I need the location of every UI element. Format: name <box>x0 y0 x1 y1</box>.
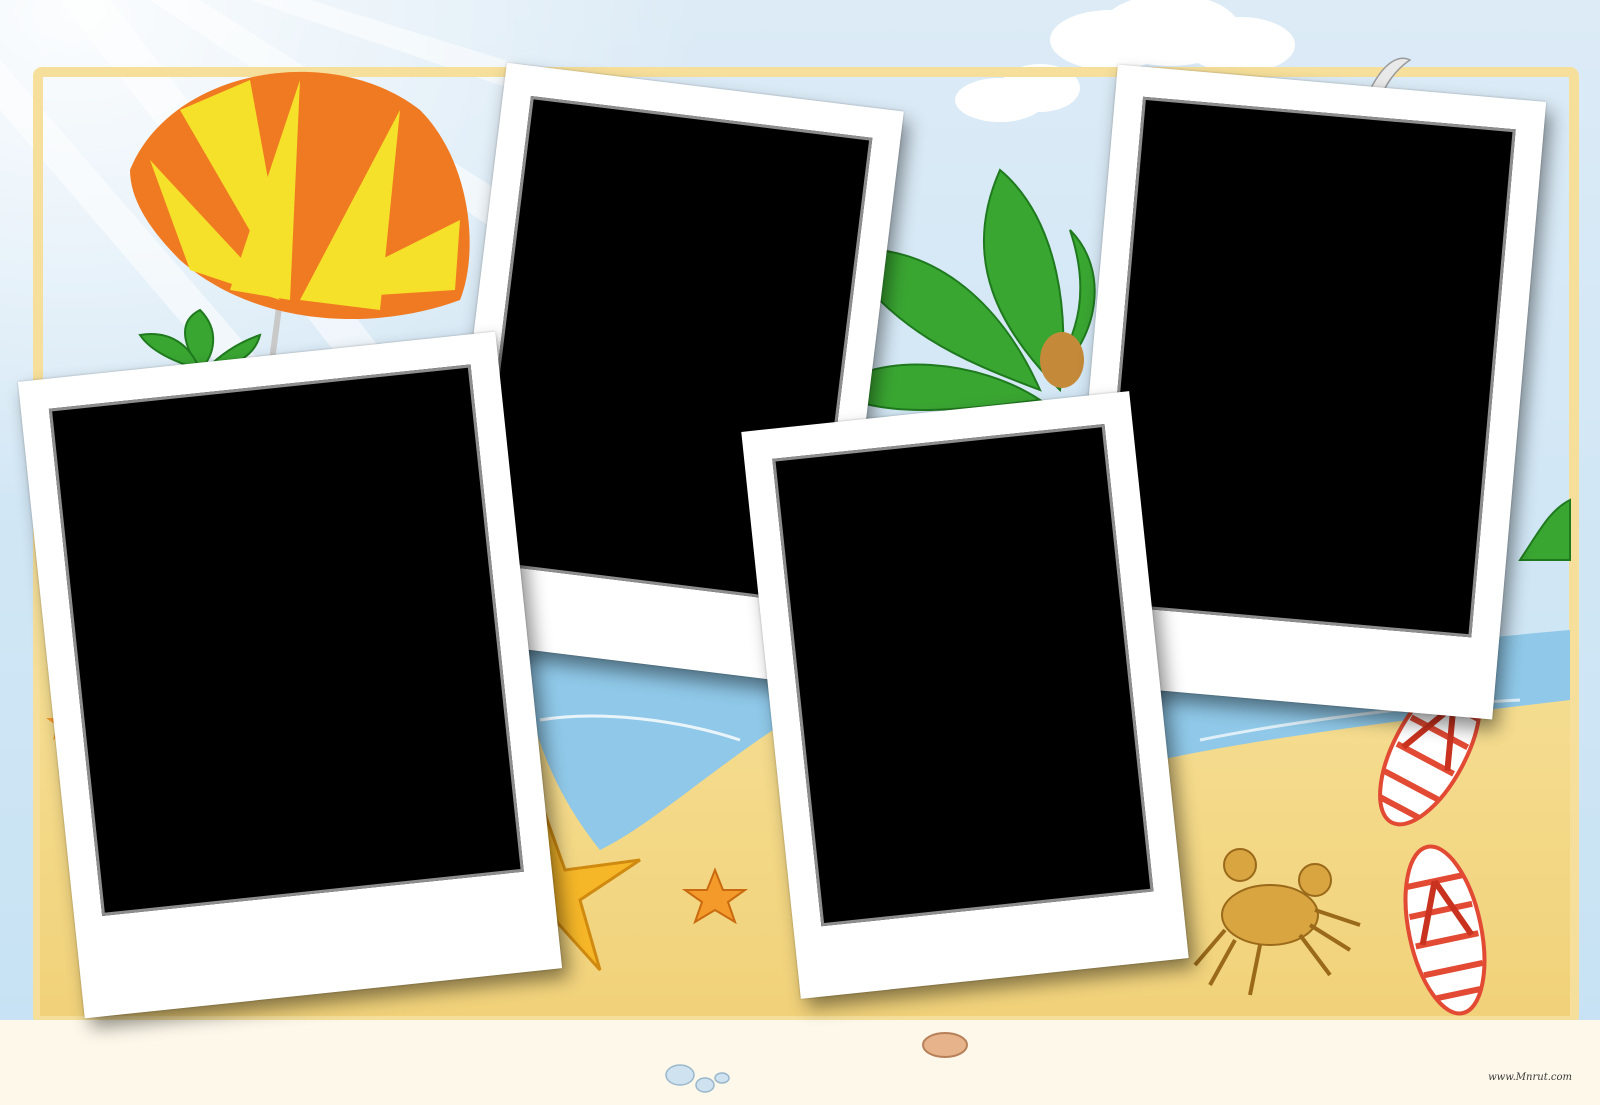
photo-placeholder[interactable] <box>48 364 524 916</box>
beach-collage: www.Mnrut.com <box>0 0 1600 1105</box>
photo-placeholder[interactable] <box>1098 96 1516 638</box>
shell <box>922 1032 968 1058</box>
photo-frame-bottom-left <box>17 331 563 1019</box>
watermark-signature: www.Mnrut.com <box>1488 1072 1572 1083</box>
coconut <box>1040 332 1084 388</box>
photo-frame-bottom-center <box>741 391 1189 999</box>
photo-placeholder[interactable] <box>772 423 1154 927</box>
